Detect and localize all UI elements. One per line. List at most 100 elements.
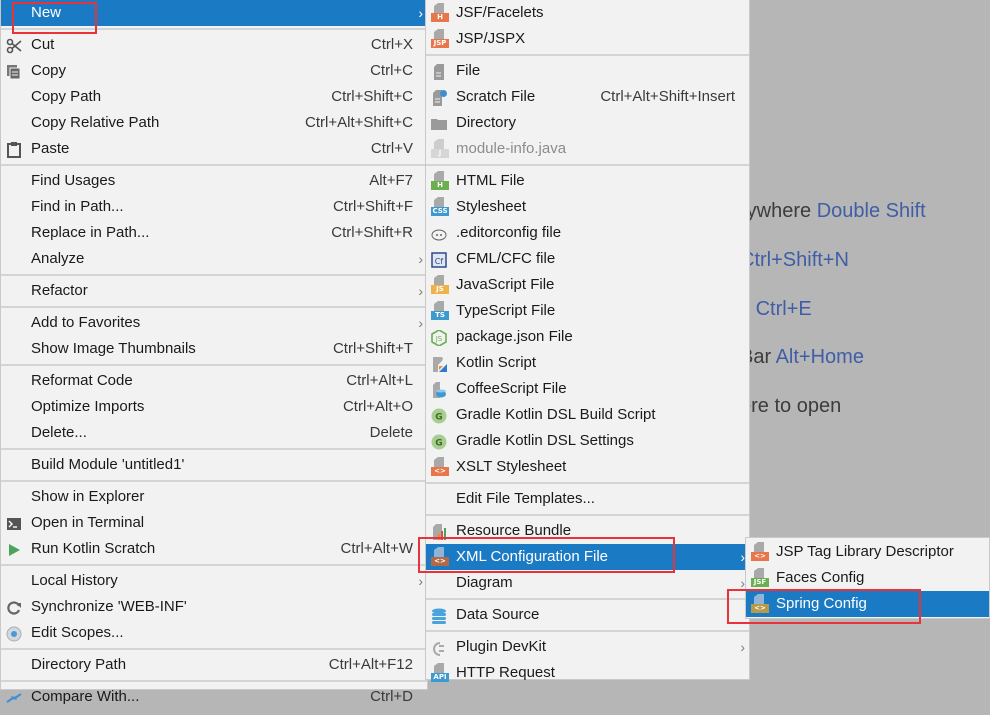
new-item-jsf-facelets[interactable]: H JSF/Facelets [426, 0, 749, 26]
menu-item-find-in-path[interactable]: Find in Path... Ctrl+Shift+F [1, 194, 427, 220]
menu-item-compare-with[interactable]: Compare With... Ctrl+D [1, 684, 427, 710]
new-item-gradle-kotlin-settings[interactable]: G Gradle Kotlin DSL Settings [426, 428, 749, 454]
jsf-config-icon: JSF [751, 568, 769, 588]
menu-item-open-in-terminal[interactable]: Open in Terminal [1, 510, 427, 536]
shortcut: Ctrl+Alt+Shift+Insert [600, 88, 735, 105]
new-item-gradle-kotlin-build[interactable]: G Gradle Kotlin DSL Build Script [426, 402, 749, 428]
menu-item-label: Local History [31, 572, 118, 589]
menu-item-label: CFML/CFC file [456, 250, 556, 267]
editorconfig-icon [431, 225, 447, 241]
compare-icon [6, 689, 22, 705]
gradle-icon: G [431, 433, 447, 450]
menu-item-build-module[interactable]: Build Module 'untitled1' [1, 452, 427, 478]
new-item-coffeescript[interactable]: CoffeeScript File [426, 376, 749, 402]
new-item-package-json[interactable]: JS package.json File [426, 324, 749, 350]
separator [1, 680, 427, 682]
new-item-data-source[interactable]: Data Source [426, 602, 749, 628]
chevron-right-icon: › [740, 639, 745, 655]
menu-item-add-to-favorites[interactable]: Add to Favorites › [1, 310, 427, 336]
shortcut: Ctrl+C [370, 62, 413, 79]
new-item-stylesheet[interactable]: CSS Stylesheet [426, 194, 749, 220]
new-item-typescript[interactable]: TS TypeScript File [426, 298, 749, 324]
plugin-icon [431, 639, 447, 656]
shortcut: Ctrl+Alt+Shift+C [305, 114, 413, 131]
resource-bundle-icon [431, 523, 447, 540]
menu-item-label: XML Configuration File [456, 548, 609, 565]
jsp-file-icon: JSP [431, 29, 449, 49]
menu-item-find-usages[interactable]: Find Usages Alt+F7 [1, 168, 427, 194]
new-item-javascript[interactable]: JS JavaScript File [426, 272, 749, 298]
folder-icon [431, 115, 447, 131]
menu-item-label: HTTP Request [456, 664, 555, 681]
menu-item-optimize-imports[interactable]: Optimize Imports Ctrl+Alt+O [1, 394, 427, 420]
xml-item-faces-config[interactable]: JSF Faces Config [746, 565, 989, 591]
separator [1, 648, 427, 650]
shortcut: Delete [369, 424, 413, 441]
menu-item-label: Replace in Path... [31, 224, 150, 241]
menu-item-copy-relative-path[interactable]: Copy Relative Path Ctrl+Alt+Shift+C [1, 110, 427, 136]
menu-item-local-history[interactable]: Local History › [1, 568, 427, 594]
menu-item-label: Resource Bundle [456, 522, 572, 539]
xml-item-jsp-tag-library[interactable]: <> JSP Tag Library Descriptor [746, 539, 989, 565]
new-item-scratch-file[interactable]: Scratch File Ctrl+Alt+Shift+Insert [426, 84, 749, 110]
menu-item-label: File [456, 62, 481, 79]
new-item-file[interactable]: File [426, 58, 749, 84]
new-item-resource-bundle[interactable]: Resource Bundle [426, 518, 749, 544]
menu-item-show-in-explorer[interactable]: Show in Explorer [1, 484, 427, 510]
new-item-edit-file-templates[interactable]: Edit File Templates... [426, 486, 749, 512]
menu-item-copy-path[interactable]: Copy Path Ctrl+Shift+C [1, 84, 427, 110]
menu-item-cut[interactable]: Cut Ctrl+X [1, 32, 427, 58]
menu-item-label: Refactor [31, 282, 88, 299]
menu-item-label: Directory Path [31, 656, 127, 673]
menu-item-label: package.json File [456, 328, 573, 345]
menu-item-directory-path[interactable]: Directory Path Ctrl+Alt+F12 [1, 652, 427, 678]
new-item-html-file[interactable]: H HTML File [426, 168, 749, 194]
menu-item-run-kotlin-scratch[interactable]: Run Kotlin Scratch Ctrl+Alt+W [1, 536, 427, 562]
shortcut: Ctrl+Alt+W [340, 540, 413, 557]
xml-configuration-submenu: <> JSP Tag Library Descriptor JSF Faces … [745, 537, 990, 619]
chevron-right-icon: › [418, 251, 423, 267]
new-item-http-request[interactable]: API HTTP Request [426, 660, 749, 686]
chevron-right-icon: › [418, 573, 423, 589]
css-file-icon: CSS [431, 197, 449, 217]
xml-item-spring-config[interactable]: <> Spring Config [746, 591, 989, 617]
hint-search-everywhere: rywhere Double Shift [740, 200, 926, 222]
menu-item-analyze[interactable]: Analyze › [1, 246, 427, 272]
new-item-directory[interactable]: Directory [426, 110, 749, 136]
menu-item-paste[interactable]: Paste Ctrl+V [1, 136, 427, 162]
menu-item-label: New [31, 4, 62, 21]
shortcut: Ctrl+Alt+O [342, 398, 413, 415]
run-icon [6, 541, 22, 557]
new-item-cfml[interactable]: Cf CFML/CFC file [426, 246, 749, 272]
new-item-xml-configuration-file[interactable]: <> XML Configuration File › [426, 544, 749, 570]
menu-item-label: Data Source [456, 606, 540, 623]
tld-file-icon: <> [751, 542, 769, 562]
menu-item-label: XSLT Stylesheet [456, 458, 567, 475]
menu-item-new[interactable]: New › [1, 0, 427, 26]
menu-item-label: Open in Terminal [31, 514, 145, 531]
new-item-plugin-devkit[interactable]: Plugin DevKit › [426, 634, 749, 660]
menu-item-label: module-info.java [456, 140, 567, 157]
new-item-editorconfig[interactable]: .editorconfig file [426, 220, 749, 246]
new-item-jsp[interactable]: JSP JSP/JSPX [426, 26, 749, 52]
hint-go-to-file: Ctrl+Shift+N [740, 249, 849, 271]
sync-icon [6, 599, 22, 615]
menu-item-reformat-code[interactable]: Reformat Code Ctrl+Alt+L [1, 368, 427, 394]
menu-item-show-image-thumbnails[interactable]: Show Image Thumbnails Ctrl+Shift+T [1, 336, 427, 362]
new-item-diagram[interactable]: Diagram › [426, 570, 749, 596]
menu-item-refactor[interactable]: Refactor › [1, 278, 427, 304]
new-item-xslt-stylesheet[interactable]: <> XSLT Stylesheet [426, 454, 749, 480]
coffeescript-icon [431, 381, 447, 398]
ts-file-icon: TS [431, 301, 449, 321]
menu-item-label: Copy [31, 62, 67, 79]
new-item-kotlin-script[interactable]: Kotlin Script [426, 350, 749, 376]
shortcut: Ctrl+X [370, 36, 413, 53]
menu-item-synchronize[interactable]: Synchronize 'WEB-INF' [1, 594, 427, 620]
menu-item-copy[interactable]: Copy Ctrl+C [1, 58, 427, 84]
menu-item-edit-scopes[interactable]: Edit Scopes... [1, 620, 427, 646]
menu-item-replace-in-path[interactable]: Replace in Path... Ctrl+Shift+R [1, 220, 427, 246]
separator [426, 164, 749, 166]
chevron-right-icon: › [418, 5, 423, 21]
menu-item-delete[interactable]: Delete... Delete [1, 420, 427, 446]
spring-config-icon: <> [751, 594, 769, 614]
